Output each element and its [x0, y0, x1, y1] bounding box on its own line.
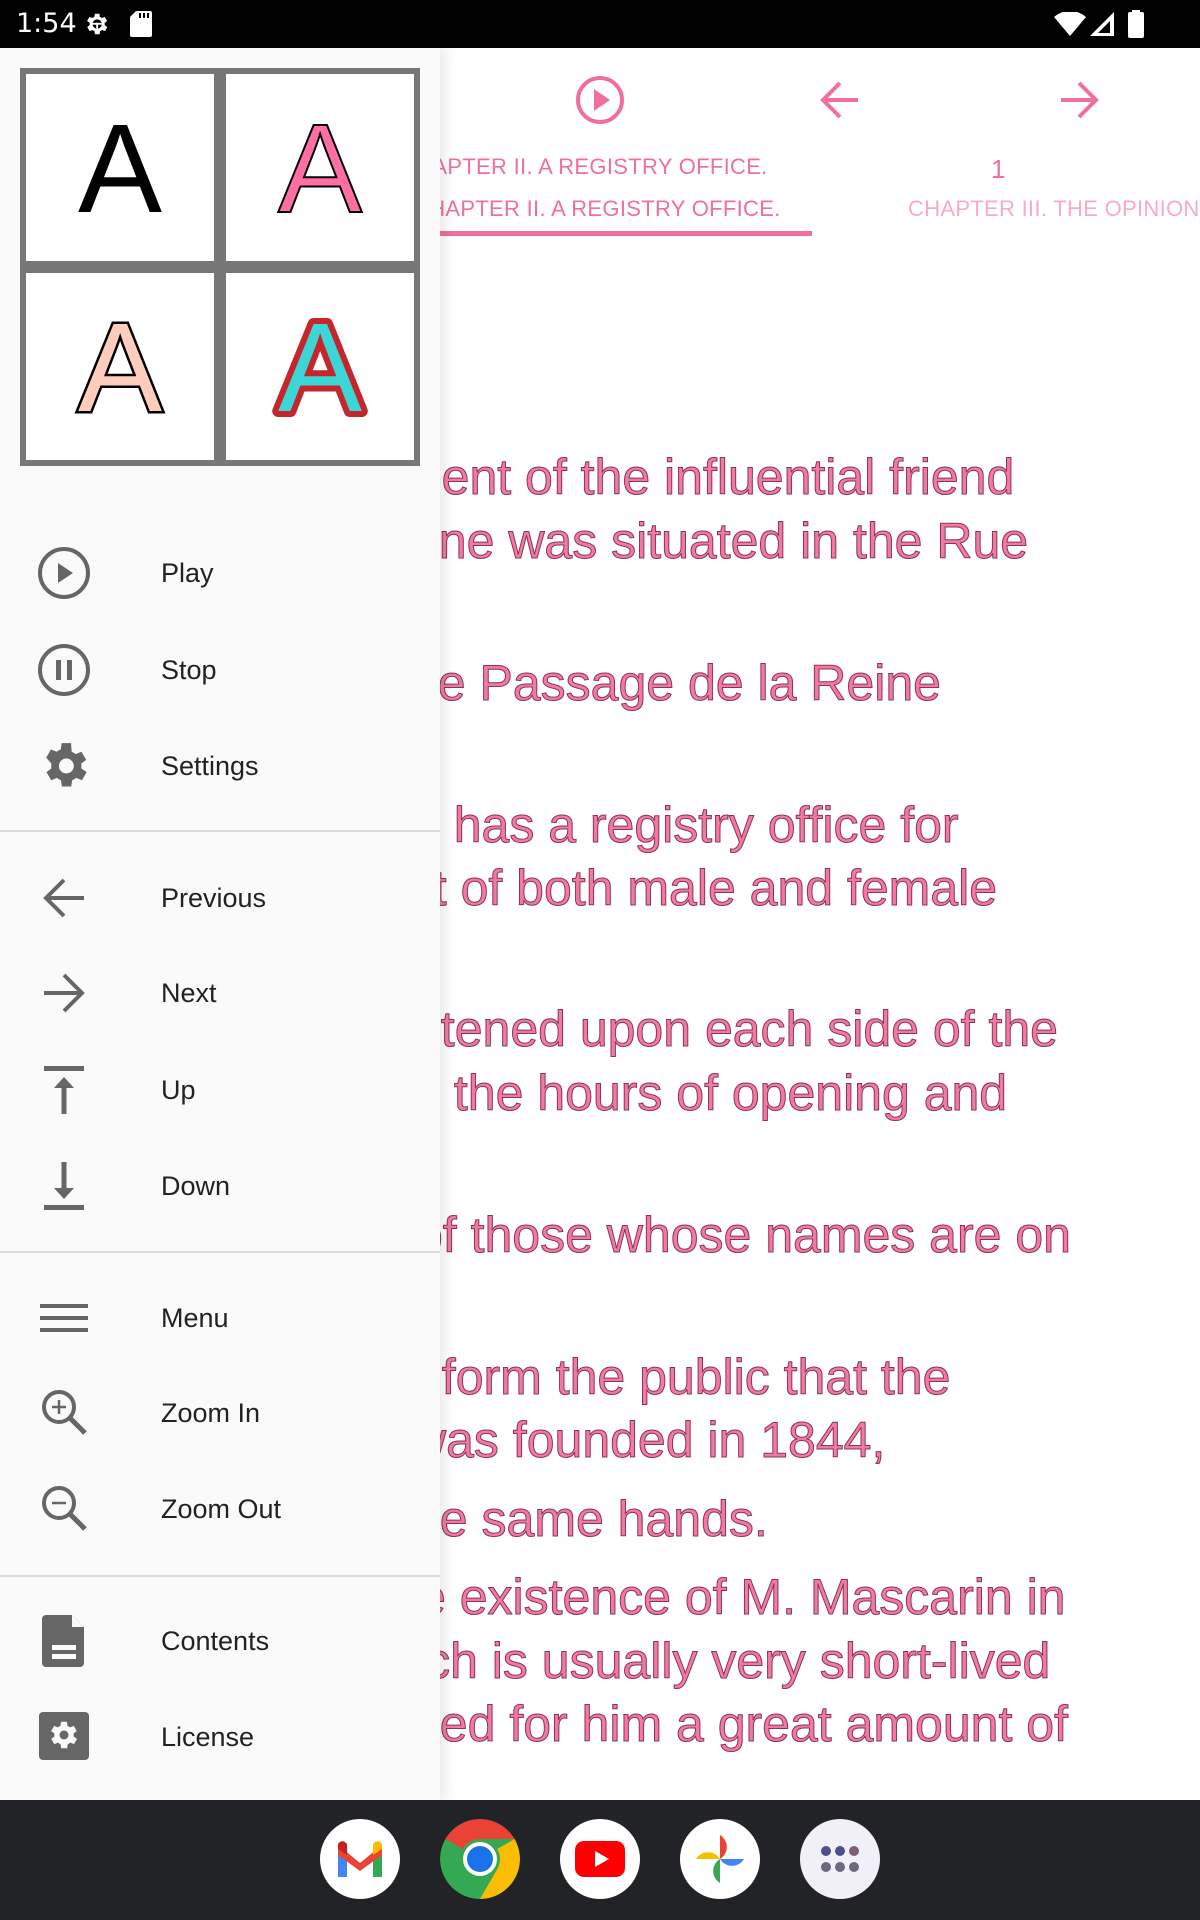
menu-item-settings[interactable]: Settings — [0, 721, 440, 811]
menu-item-play[interactable]: Play — [0, 528, 440, 618]
menu-label: License — [161, 1721, 255, 1752]
menu-item-menu[interactable]: Menu — [0, 1273, 440, 1363]
pause-circle-icon — [36, 642, 92, 698]
battery-icon — [1128, 10, 1144, 43]
settings-box-icon — [36, 1709, 92, 1765]
body-line: he Passage de la Reine — [410, 655, 942, 712]
body-line: s the hours of opening and — [414, 1065, 1008, 1122]
menu-label: Play — [161, 557, 214, 588]
dock-app-drawer[interactable] — [800, 1819, 880, 1899]
menu-item-license[interactable]: License — [0, 1692, 440, 1782]
dock-app-youtube[interactable] — [560, 1819, 640, 1899]
menu-label: Stop — [161, 654, 217, 685]
status-time: 1:54 — [16, 8, 77, 39]
dock-app-chrome[interactable] — [440, 1819, 520, 1899]
body-line: he same hands. — [412, 1491, 769, 1548]
svg-text:A: A — [278, 307, 362, 427]
letter-a-black-icon: A — [78, 108, 162, 228]
svg-text:A: A — [278, 108, 362, 228]
menu-item-next[interactable]: Next — [0, 948, 440, 1038]
letter-a-cyan-red-icon: A — [272, 307, 368, 427]
menu-divider — [0, 830, 440, 832]
body-line: e has a registry office for — [412, 797, 960, 854]
letter-a-peach-icon: A — [75, 307, 164, 427]
tab-current-title: CHAPTER II. A REGISTRY OFFICE. — [400, 154, 768, 179]
menu-label: Settings — [161, 750, 259, 781]
menu-item-up[interactable]: Up — [0, 1045, 440, 1135]
menu-divider — [0, 1251, 440, 1253]
status-bar: 1:54 — [0, 0, 1200, 48]
navigation-drawer: A A A A Play Stop Settings Previous Next… — [0, 48, 440, 1800]
body-line: ment of the influential friend — [399, 449, 1015, 506]
dock-app-gmail[interactable] — [320, 1819, 400, 1899]
app-grid-icon — [821, 1846, 859, 1872]
app-dock — [0, 1800, 1200, 1920]
menu-item-previous[interactable]: Previous — [0, 853, 440, 943]
settings-gear-icon — [82, 10, 110, 43]
menu-item-stop[interactable]: Stop — [0, 625, 440, 715]
wifi-icon — [1054, 10, 1086, 41]
menu-label: Zoom In — [161, 1397, 261, 1428]
photos-icon — [696, 1835, 744, 1883]
document-icon — [36, 1613, 92, 1669]
font-style-peach-outlined[interactable]: A — [26, 273, 214, 460]
tab-active-indicator — [440, 231, 812, 236]
zoom-in-icon — [36, 1385, 92, 1441]
menu-label: Up — [161, 1074, 196, 1105]
body-line: astened upon each side of the — [388, 1001, 1059, 1058]
zoom-out-icon — [36, 1481, 92, 1537]
tab-next-title: CHAPTER III. THE OPINION — [908, 196, 1200, 221]
sd-card-icon — [130, 11, 152, 42]
gear-icon — [36, 738, 92, 794]
svg-text:A: A — [78, 307, 162, 427]
youtube-icon — [575, 1841, 625, 1877]
previous-arrow-icon[interactable] — [814, 74, 866, 126]
menu-item-zoom-in[interactable]: Zoom In — [0, 1368, 440, 1458]
menu-label: Contents — [161, 1625, 270, 1656]
letter-a-pink-icon: A — [277, 108, 363, 228]
body-line: nform the public that the — [413, 1349, 951, 1406]
gmail-icon — [338, 1841, 382, 1877]
menu-item-down[interactable]: Down — [0, 1141, 440, 1231]
menu-item-contents[interactable]: Contents — [0, 1596, 440, 1686]
menu-label: Menu — [161, 1302, 229, 1333]
body-line: ich is usually very short-lived — [413, 1633, 1051, 1690]
tab-next-number: 1 — [991, 154, 1006, 184]
arrow-up-to-top-icon — [36, 1062, 92, 1118]
tab-current-subtitle: CHAPTER II. A REGISTRY OFFICE. — [413, 196, 781, 221]
body-line: nt of both male and female — [404, 860, 998, 917]
font-style-cyan-red-outlined[interactable]: A — [226, 273, 414, 460]
play-circle-icon — [36, 545, 92, 601]
next-arrow-icon[interactable] — [1053, 74, 1105, 126]
font-style-picker: A A A A — [20, 68, 420, 466]
svg-text:A: A — [78, 108, 162, 228]
dock-app-photos[interactable] — [680, 1819, 760, 1899]
body-line: ned for him a great amount of — [412, 1696, 1069, 1753]
play-circle-icon[interactable] — [574, 74, 626, 126]
body-line: was founded in 1844, — [409, 1412, 886, 1469]
menu-label: Down — [161, 1170, 231, 1201]
font-style-plain-black[interactable]: A — [26, 74, 214, 261]
arrow-right-icon — [36, 965, 92, 1021]
arrow-left-icon — [36, 870, 92, 926]
menu-divider — [0, 1575, 440, 1577]
hamburger-menu-icon — [36, 1290, 92, 1346]
menu-label: Zoom Out — [161, 1493, 282, 1524]
arrow-down-to-bottom-icon — [36, 1158, 92, 1214]
cell-signal-icon — [1090, 12, 1114, 41]
menu-label: Next — [161, 977, 217, 1008]
body-line: one was situated in the Rue — [410, 513, 1029, 570]
chrome-icon — [440, 1819, 520, 1899]
body-line: of those whose names are on — [415, 1207, 1072, 1264]
menu-label: Previous — [161, 882, 267, 913]
body-line: e existence of M. Mascarin in — [418, 1569, 1066, 1626]
menu-item-zoom-out[interactable]: Zoom Out — [0, 1464, 440, 1554]
font-style-pink-outlined[interactable]: A — [226, 74, 414, 261]
